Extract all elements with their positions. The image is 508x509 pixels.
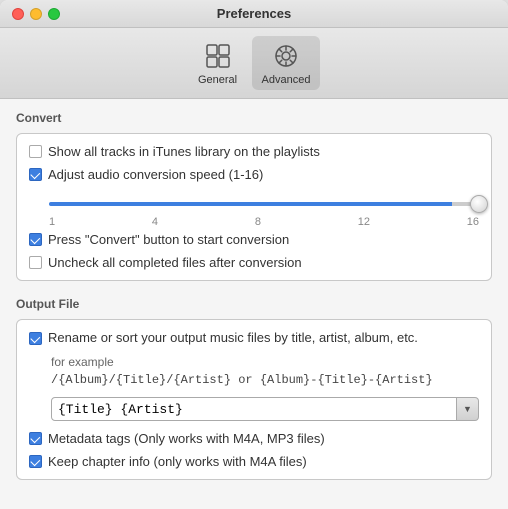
adjust-audio-label: Adjust audio conversion speed (1-16) (48, 167, 263, 182)
format-dropdown-button[interactable]: ▼ (457, 397, 479, 421)
format-input[interactable] (51, 397, 457, 421)
content-area: Convert Show all tracks in iTunes librar… (0, 99, 508, 509)
rename-row: Rename or sort your output music files b… (29, 330, 479, 345)
metadata-checkbox[interactable] (29, 432, 42, 445)
toolbar-buttons: General (172, 36, 337, 98)
convert-section: Convert Show all tracks in iTunes librar… (16, 111, 492, 281)
speed-slider-wrapper (49, 194, 479, 214)
show-all-tracks-checkbox[interactable] (29, 145, 42, 158)
speed-slider-container: 1 4 8 12 16 (29, 190, 479, 232)
chapter-label: Keep chapter info (only works with M4A f… (48, 454, 307, 469)
minimize-button[interactable] (30, 8, 42, 20)
slider-label-12: 12 (358, 216, 370, 228)
uncheck-completed-checkbox[interactable] (29, 256, 42, 269)
press-convert-checkbox[interactable] (29, 233, 42, 246)
metadata-row: Metadata tags (Only works with M4A, MP3 … (29, 431, 479, 446)
slider-label-1: 1 (49, 216, 55, 228)
rename-checkbox[interactable] (29, 332, 42, 345)
slider-label-4: 4 (152, 216, 158, 228)
toolbar-label-advanced: Advanced (262, 74, 311, 86)
uncheck-completed-label: Uncheck all completed files after conver… (48, 255, 302, 270)
uncheck-completed-row: Uncheck all completed files after conver… (29, 255, 479, 270)
slider-label-8: 8 (255, 216, 261, 228)
toolbar-btn-general[interactable]: General (188, 36, 248, 90)
convert-section-title: Convert (16, 111, 492, 125)
window-title: Preferences (217, 6, 291, 21)
metadata-label: Metadata tags (Only works with M4A, MP3 … (48, 431, 325, 446)
titlebar: Preferences (0, 0, 508, 28)
output-section-title: Output File (16, 297, 492, 311)
show-all-tracks-label: Show all tracks in iTunes library on the… (48, 144, 320, 159)
slider-label-16: 16 (467, 216, 479, 228)
speed-slider-track (49, 202, 479, 206)
output-section: Output File Rename or sort your output m… (16, 297, 492, 480)
general-icon (202, 40, 234, 72)
example-code: /{Album}/{Title}/{Artist} or {Album}-{Ti… (51, 371, 479, 389)
press-convert-label: Press "Convert" button to start conversi… (48, 232, 289, 247)
slider-labels: 1 4 8 12 16 (49, 214, 479, 228)
toolbar: General (0, 28, 508, 99)
maximize-button[interactable] (48, 8, 60, 20)
output-example: for example /{Album}/{Title}/{Artist} or… (29, 353, 479, 389)
adjust-audio-checkbox[interactable] (29, 168, 42, 181)
speed-slider-thumb[interactable] (470, 195, 488, 213)
preferences-window: Preferences General (0, 0, 508, 509)
chapter-checkbox[interactable] (29, 455, 42, 468)
show-all-tracks-row: Show all tracks in iTunes library on the… (29, 144, 479, 159)
chapter-row: Keep chapter info (only works with M4A f… (29, 454, 479, 469)
adjust-audio-row: Adjust audio conversion speed (1-16) (29, 167, 479, 182)
example-label: for example (51, 353, 479, 371)
convert-section-box: Show all tracks in iTunes library on the… (16, 133, 492, 281)
format-input-row: ▼ (29, 397, 479, 421)
output-section-box: Rename or sort your output music files b… (16, 319, 492, 480)
rename-label: Rename or sort your output music files b… (48, 330, 418, 345)
toolbar-btn-advanced[interactable]: Advanced (252, 36, 321, 90)
press-convert-row: Press "Convert" button to start conversi… (29, 232, 479, 247)
close-button[interactable] (12, 8, 24, 20)
traffic-lights (12, 8, 60, 20)
toolbar-label-general: General (198, 74, 237, 86)
advanced-icon (270, 40, 302, 72)
